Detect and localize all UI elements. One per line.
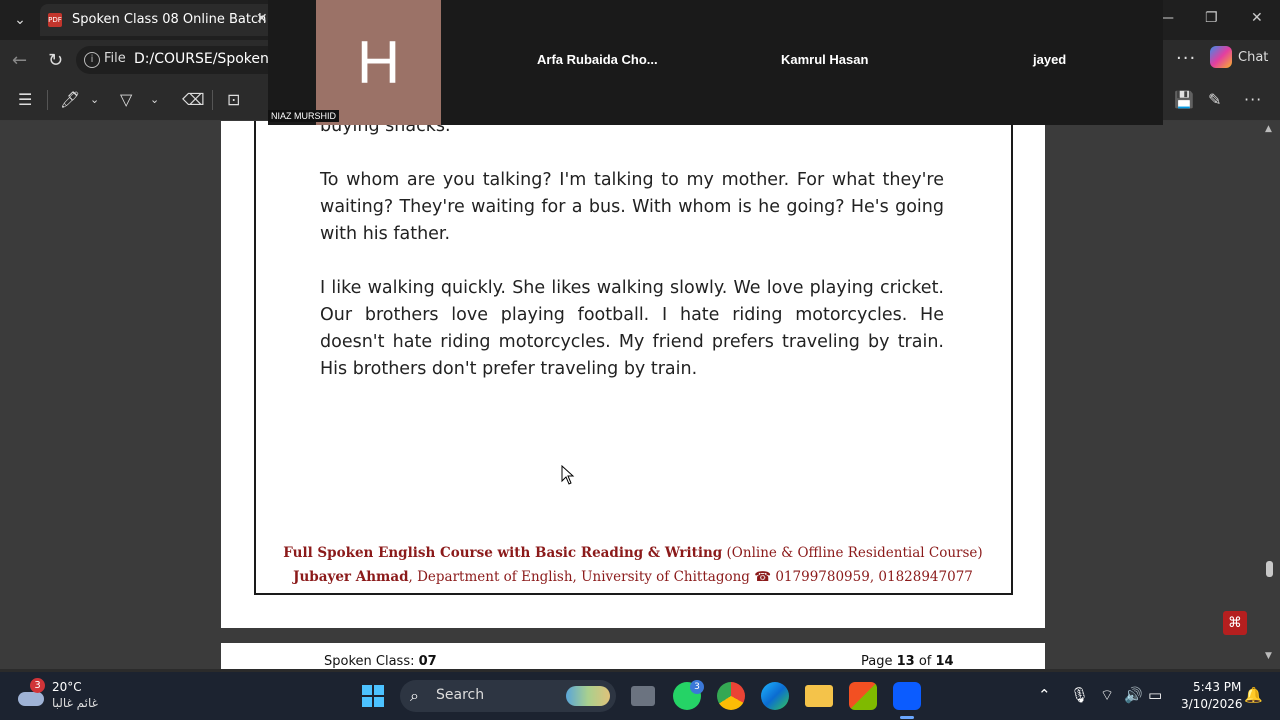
scroll-down-icon[interactable]: ▼ [1265,651,1272,661]
file-explorer-icon[interactable] [805,685,833,707]
url-text: D:/COURSE/Spoken% [134,51,283,67]
vertical-scrollbar[interactable]: ▲ ▼ [1264,121,1274,669]
next-pdf-page-header: Spoken Class: 07 Page 13 of 14 [221,643,1045,669]
search-highlight-image [566,686,610,706]
whatsapp-badge: 3 [690,680,704,694]
mouse-cursor-icon [561,465,575,485]
scroll-thumb[interactable] [1266,561,1273,577]
tab-actions-chevron-icon[interactable]: ⌄ [8,8,32,32]
taskbar-search[interactable]: ⌕ Search [400,680,616,712]
url-scheme-label: File [104,51,126,66]
microphone-icon[interactable]: 🎙 [1070,686,1089,704]
contents-list-icon[interactable]: ☰ [18,90,32,109]
refresh-icon[interactable]: ↻ [48,50,63,71]
participant-arfa[interactable]: Arfa Rubaida Cho... [537,52,658,67]
acrobat-icon[interactable]: ⌘ [1223,611,1247,635]
notifications-icon[interactable]: 🔔 [1244,686,1263,704]
participant-jayed[interactable]: jayed [1033,52,1066,67]
task-view-icon[interactable] [631,686,655,706]
show-hidden-icons-chevron-icon[interactable]: ⌃ [1038,686,1051,704]
pdf-file-icon: PDF [48,13,62,27]
toolbar-divider [47,90,48,110]
highlight-icon[interactable]: 🖊 [60,90,80,109]
temperature: 20°C [52,680,82,694]
back-arrow-icon[interactable]: ← [12,50,27,71]
toolbar-more-icon[interactable]: ··· [1244,90,1262,109]
restore-icon[interactable]: ❐ [1205,10,1218,26]
paragraph-1: To whom are you talking? I'm talking to … [320,170,944,244]
class-label: Spoken Class: 07 [324,654,437,669]
pdf-viewer[interactable]: buying snacks. To whom are you talking? … [0,121,1280,669]
text-box-icon[interactable]: ⊡ [227,90,240,109]
eraser-icon[interactable]: ⌫ [182,90,205,109]
page-counter: Page 13 of 14 [861,654,954,669]
zoom-app-icon[interactable] [893,682,921,710]
weather-widget[interactable]: 3 20°C غائم غالبا [16,678,126,714]
chrome-icon[interactable] [717,682,745,710]
paragraph-2: I like walking quickly. She likes walkin… [320,278,944,379]
info-icon[interactable]: i [84,52,100,68]
active-tab[interactable]: PDF Spoken Class 08 Online Batch .pdf ✕ [40,4,296,36]
volume-icon[interactable]: 🔊 [1124,686,1143,704]
scroll-up-icon[interactable]: ▲ [1265,124,1272,134]
participant-kamrul[interactable]: Kamrul Hasan [781,52,868,67]
author-name: Jubayer Ahmad [293,569,409,585]
cloud-icon [18,692,44,706]
clock-date[interactable]: 3/10/2026 [1181,697,1243,711]
start-windows-icon[interactable] [362,685,384,707]
draw-options-chevron-icon[interactable]: ⌄ [150,93,159,106]
save-icon[interactable]: 💾 [1174,90,1194,109]
author-footer: Jubayer Ahmad, Department of English, Un… [221,569,1045,585]
participant-tile-niaz[interactable]: H [316,0,441,125]
microsoft-store-icon[interactable] [849,682,877,710]
copilot-chat-button[interactable]: Chat [1210,46,1268,68]
windows-taskbar: 3 20°C غائم غالبا ⌕ Search 3 ⌃ 🎙 ⌔ 🔊 ▭ 5… [0,672,1280,720]
zoom-participant-strip: H NIAZ MURSHID Arfa Rubaida Cho... Kamru… [268,0,1163,125]
search-label: Search [436,687,485,703]
highlight-options-chevron-icon[interactable]: ⌄ [90,93,99,106]
close-window-icon[interactable]: ✕ [1251,10,1263,26]
weather-badge: 3 [30,678,45,693]
tab-close-icon[interactable]: ✕ [256,11,268,27]
active-app-indicator [900,716,914,719]
course-subtitle: (Online & Offline Residential Course) [722,545,983,561]
battery-icon[interactable]: ▭ [1148,686,1162,704]
more-options-icon[interactable]: ··· [1176,48,1196,69]
participant-name-tag: NIAZ MURSHID [268,110,339,122]
course-title: Full Spoken English Course with Basic Re… [283,545,723,561]
toolbar-divider [212,90,213,110]
copilot-icon [1210,46,1232,68]
author-details: , Department of English, University of C… [408,569,973,585]
draw-icon[interactable]: ▽ [120,90,132,109]
clock-time[interactable]: 5:43 PM [1193,680,1241,694]
chat-label: Chat [1238,49,1269,65]
edge-icon[interactable] [761,682,789,710]
save-as-icon[interactable]: ✎ [1208,90,1221,109]
weather-condition: غائم غالبا [52,696,98,710]
search-icon: ⌕ [410,686,419,705]
pdf-page: buying snacks. To whom are you talking? … [221,121,1045,628]
course-footer: Full Spoken English Course with Basic Re… [221,545,1045,561]
participant-initial: H [356,29,401,96]
wifi-icon[interactable]: ⌔ [1100,686,1114,705]
